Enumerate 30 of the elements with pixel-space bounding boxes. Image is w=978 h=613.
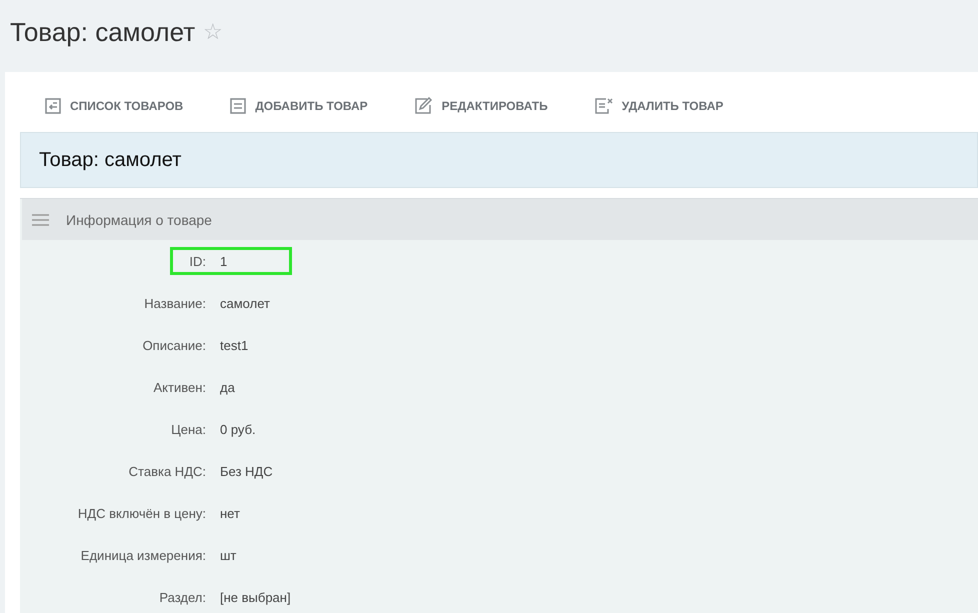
field-label: Активен: — [152, 380, 207, 394]
field-label: Цена: — [170, 422, 207, 436]
field-label: Описание: — [142, 338, 207, 352]
toolbar-button[interactable]: СПИСОК ТОВАРОВ — [44, 97, 184, 115]
delete-icon — [594, 97, 614, 115]
menu-icon[interactable] — [32, 214, 49, 226]
field-label: Название: — [143, 296, 207, 310]
field-label: Раздел: — [158, 590, 207, 604]
document-icon — [229, 97, 248, 115]
field-value: шт — [220, 548, 236, 562]
edit-icon — [414, 97, 434, 115]
toolbar-button[interactable]: УДАЛИТЬ ТОВАР — [594, 97, 724, 115]
field-label: Ставка НДС: — [128, 464, 207, 478]
field-value: Без НДС — [220, 464, 273, 478]
field-label: НДС включён в цену: — [76, 506, 207, 520]
product-header: Товар: самолет — [20, 132, 978, 188]
field-value: самолет — [220, 296, 270, 310]
field-value: да — [220, 380, 235, 394]
field-value: нет — [220, 506, 240, 520]
page-title: Товар: самолет — [10, 16, 196, 48]
list-icon — [44, 97, 62, 115]
section-title: Информация о товаре — [66, 212, 212, 228]
toolbar-button[interactable]: РЕДАКТИРОВАТЬ — [414, 97, 548, 115]
field-value: 1 — [220, 254, 228, 268]
field-value: [не выбран] — [220, 590, 291, 604]
toolbar-button[interactable]: ДОБАВИТЬ ТОВАР — [229, 97, 368, 115]
field-value: test1 — [220, 338, 248, 352]
field-label: Единица измерения: — [80, 548, 207, 562]
field-value: 0 руб. — [220, 422, 256, 436]
field-label: ID: — [188, 254, 207, 268]
